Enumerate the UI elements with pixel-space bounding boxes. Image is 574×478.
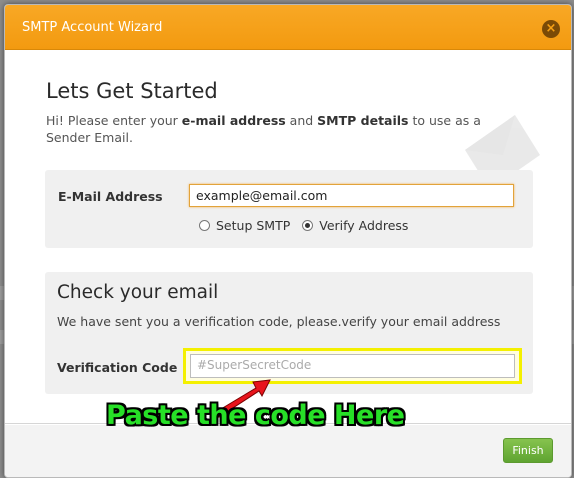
dialog-footer: Finish: [5, 425, 571, 477]
radio-label: Setup SMTP: [216, 218, 291, 233]
dialog-content: Lets Get Started Hi! Please enter your e…: [5, 50, 571, 424]
email-panel: E-Mail Address example@email.com Setup S…: [45, 170, 533, 248]
mode-radio-group: Setup SMTP Verify Address: [199, 218, 416, 234]
radio-verify-address[interactable]: Verify Address: [302, 218, 408, 233]
dialog-titlebar: SMTP Account Wizard ×: [5, 5, 571, 50]
finish-button[interactable]: Finish: [503, 438, 553, 463]
verification-description: We have sent you a verification code, pl…: [57, 314, 501, 329]
radio-label: Verify Address: [319, 218, 409, 233]
paste-code-annotation: Paste the code Here: [106, 400, 405, 431]
close-icon[interactable]: ×: [542, 20, 560, 38]
dialog-title: SMTP Account Wizard: [22, 20, 163, 35]
verification-panel: Check your email We have sent you a veri…: [45, 272, 533, 394]
radio-setup-smtp[interactable]: Setup SMTP: [199, 218, 290, 233]
verification-code-label: Verification Code: [57, 360, 178, 375]
email-input[interactable]: example@email.com: [189, 184, 514, 207]
email-label: E-Mail Address: [58, 189, 163, 204]
verification-heading: Check your email: [57, 282, 219, 303]
radio-button-selected[interactable]: [302, 220, 314, 231]
radio-button[interactable]: [199, 220, 210, 231]
intro-text: Hi! Please enter your e-mail address and…: [46, 113, 481, 145]
page-title: Lets Get Started: [46, 79, 218, 103]
